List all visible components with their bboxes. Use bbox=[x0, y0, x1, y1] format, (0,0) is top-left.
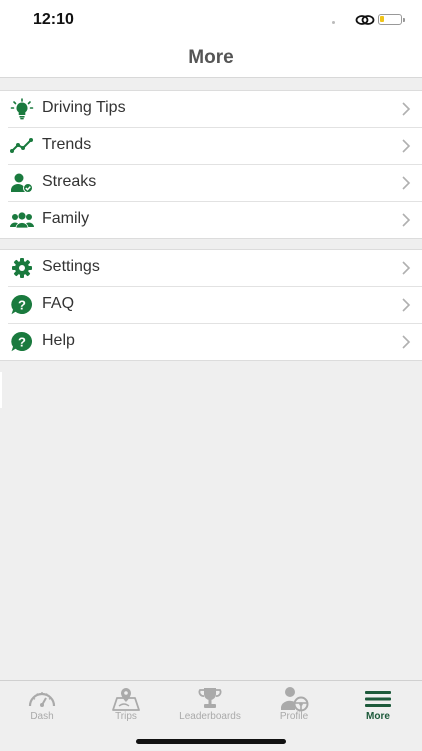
menu-item-family[interactable]: Family bbox=[8, 202, 422, 238]
trend-line-icon bbox=[10, 138, 33, 153]
svg-text:?: ? bbox=[18, 335, 26, 350]
menu-label: Trends bbox=[42, 136, 92, 153]
svg-text:?: ? bbox=[18, 298, 26, 313]
profile-wheel-icon bbox=[281, 687, 309, 712]
menu-label: Settings bbox=[42, 258, 100, 275]
menu-item-trends[interactable]: Trends bbox=[8, 128, 422, 165]
chevron-right-icon bbox=[402, 335, 411, 349]
home-indicator[interactable] bbox=[136, 739, 286, 744]
nav-header: More bbox=[0, 40, 422, 78]
speedometer-icon bbox=[28, 692, 56, 707]
menu-label: Driving Tips bbox=[42, 99, 126, 116]
menu-item-streaks[interactable]: Streaks bbox=[8, 165, 422, 202]
tab-label: More bbox=[366, 711, 390, 722]
chevron-right-icon bbox=[402, 139, 411, 153]
gear-icon bbox=[12, 258, 32, 278]
menu-item-settings[interactable]: Settings bbox=[8, 250, 422, 287]
tab-label: Trips bbox=[115, 711, 137, 722]
chevron-right-icon bbox=[402, 176, 411, 190]
hamburger-icon bbox=[365, 691, 391, 707]
menu-group-secondary: Settings ? FAQ ? Help bbox=[0, 249, 422, 361]
tab-more[interactable]: More bbox=[336, 681, 420, 731]
map-pin-icon bbox=[112, 688, 140, 711]
chevron-right-icon bbox=[402, 213, 411, 227]
question-icon: ? bbox=[11, 331, 33, 352]
menu-item-help[interactable]: ? Help bbox=[8, 324, 422, 360]
menu-group-primary: Driving Tips Trends Streaks Family bbox=[0, 90, 422, 239]
tab-profile[interactable]: Profile bbox=[252, 681, 336, 731]
family-icon bbox=[10, 212, 34, 229]
menu-label: Streaks bbox=[42, 173, 97, 190]
menu-label: Family bbox=[42, 210, 90, 227]
chevron-right-icon bbox=[402, 298, 411, 312]
tab-label: Leaderboards bbox=[179, 711, 241, 722]
question-icon: ? bbox=[11, 294, 33, 315]
battery-icon bbox=[378, 14, 405, 25]
battery-level bbox=[380, 16, 384, 22]
status-bar: 12:10 bbox=[0, 0, 422, 40]
tab-leaderboards[interactable]: Leaderboards bbox=[168, 681, 252, 731]
tab-dash[interactable]: Dash bbox=[0, 681, 84, 731]
tab-label: Profile bbox=[279, 711, 309, 722]
status-dot bbox=[332, 21, 335, 24]
edge-strip bbox=[0, 372, 2, 408]
user-check-icon bbox=[11, 173, 33, 193]
tab-label: Dash bbox=[30, 711, 54, 722]
link-icon bbox=[355, 15, 375, 25]
menu-item-driving-tips[interactable]: Driving Tips bbox=[8, 91, 422, 128]
menu-label: FAQ bbox=[42, 295, 75, 312]
status-time: 12:10 bbox=[33, 11, 74, 28]
menu-label: Help bbox=[42, 332, 75, 349]
chevron-right-icon bbox=[402, 102, 411, 116]
page-title: More bbox=[188, 47, 234, 68]
trophy-icon bbox=[198, 688, 222, 708]
tab-trips[interactable]: Trips bbox=[84, 681, 168, 731]
lightbulb-icon bbox=[10, 98, 34, 120]
chevron-right-icon bbox=[402, 261, 411, 275]
menu-item-faq[interactable]: ? FAQ bbox=[8, 287, 422, 324]
